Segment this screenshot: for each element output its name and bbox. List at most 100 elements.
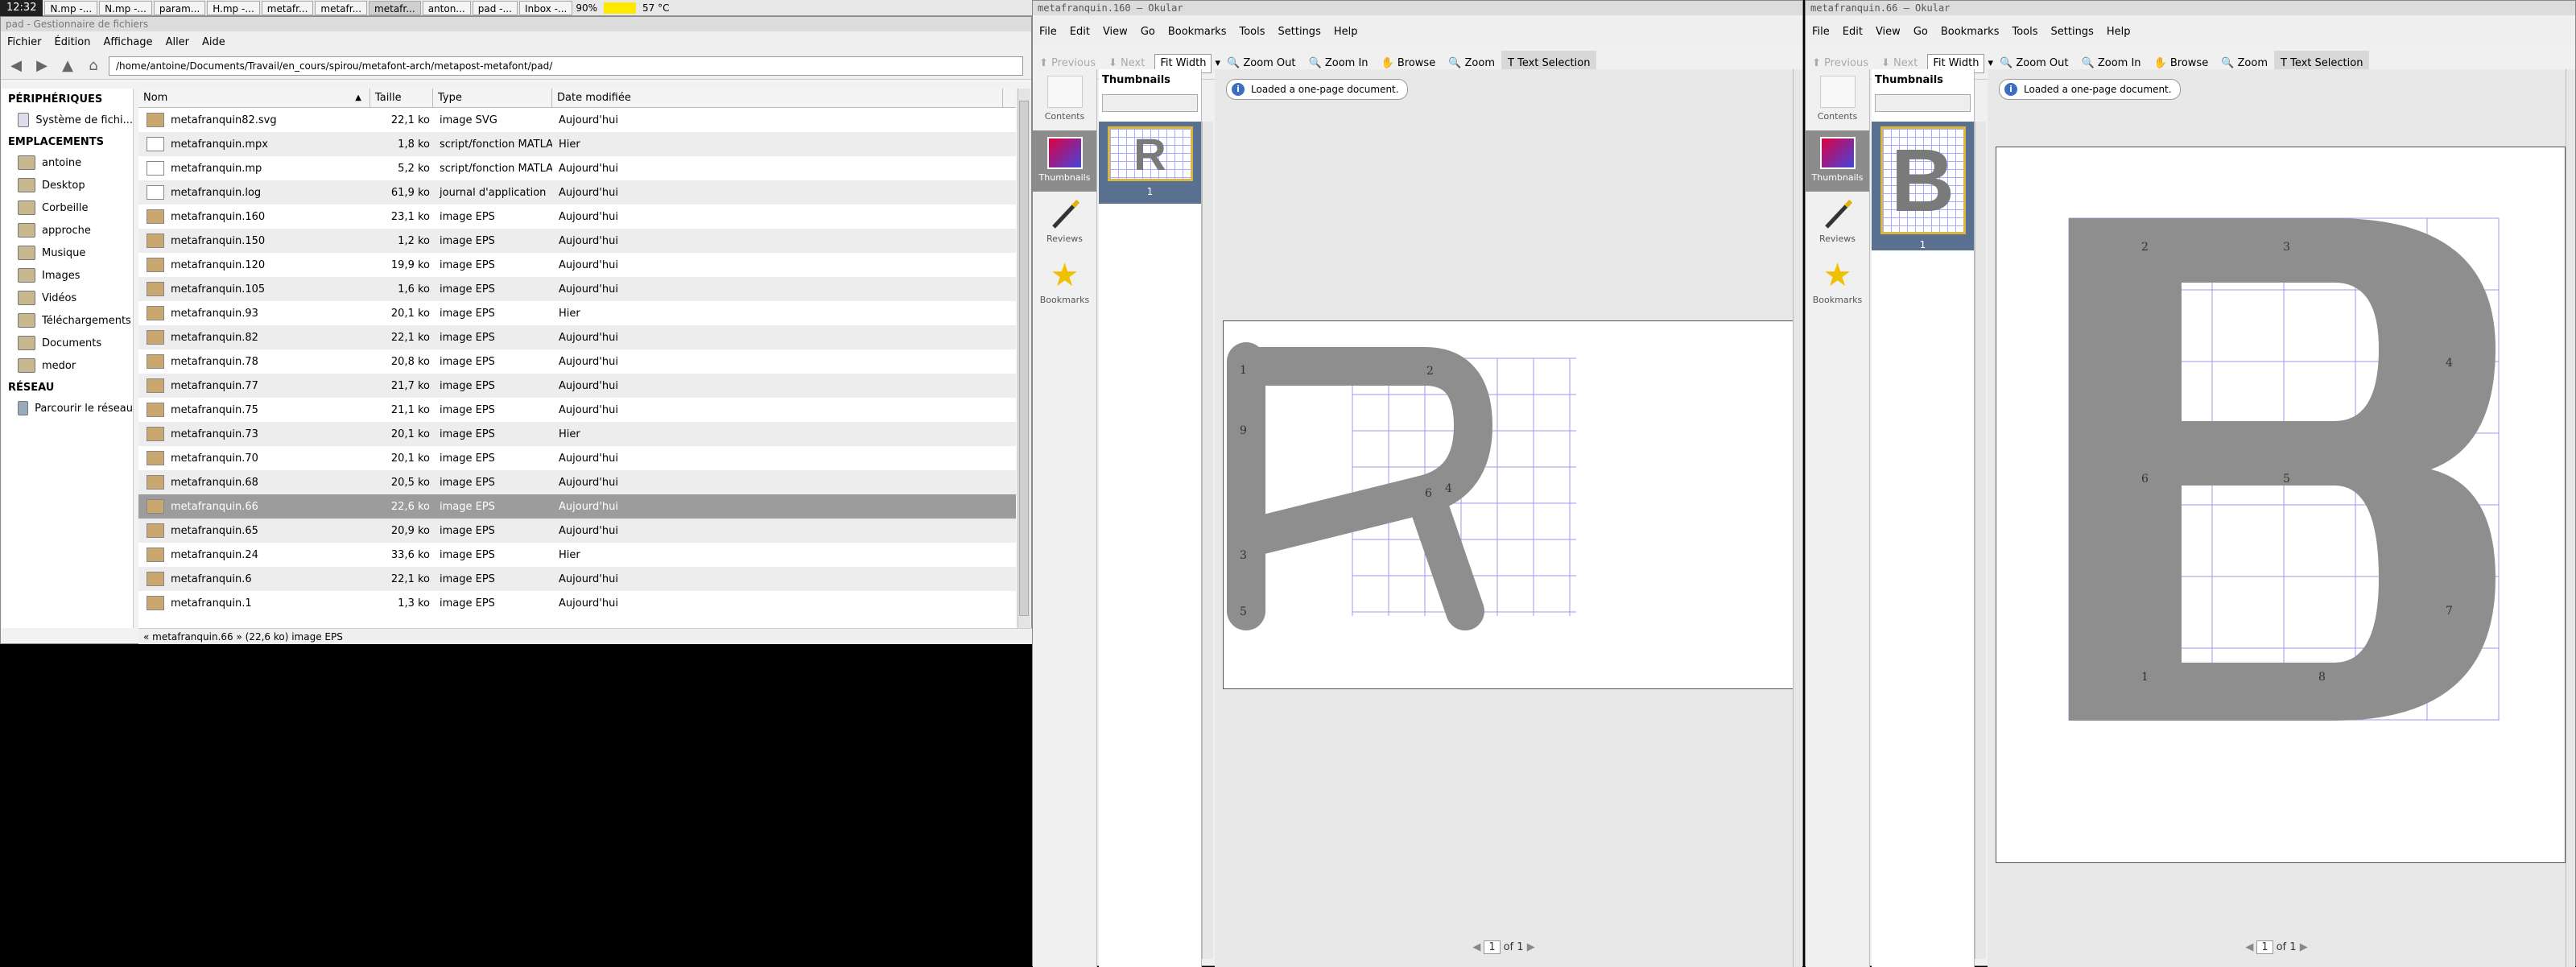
sidebar-item[interactable]: Système de fichi...: [2, 109, 133, 131]
menu-item[interactable]: File: [1806, 26, 1836, 38]
thumbnail-search-input[interactable]: [1102, 94, 1198, 112]
table-row[interactable]: metafranquin.mpx 1,8 ko script/fonction MA…: [138, 132, 1016, 156]
menu-item[interactable]: Go: [1907, 26, 1934, 38]
previous-page-icon[interactable]: ◀: [2245, 941, 2253, 953]
sidebar-item[interactable]: Vidéos: [2, 287, 133, 309]
table-row[interactable]: metafranquin.24 33,6 ko image EPS Hier: [138, 543, 1016, 567]
thumbnails-tab[interactable]: Thumbnails: [1806, 130, 1869, 192]
page-thumbnail[interactable]: B 1: [1872, 122, 1974, 250]
zoom-button[interactable]: 🔍 Zoom: [2215, 57, 2274, 69]
menu-item[interactable]: Tools: [2005, 26, 2044, 38]
document-view[interactable]: i Loaded a one-page document. 2 3 4 6 5 7 1 8 ◀ …: [1988, 69, 2566, 967]
page-number-input[interactable]: 1: [2256, 940, 2273, 954]
sidebar-item[interactable]: antoine: [2, 151, 133, 174]
menu-item[interactable]: Help: [2100, 26, 2137, 38]
sidebar-item[interactable]: Desktop: [2, 174, 133, 196]
menu-item[interactable]: Edit: [1063, 26, 1096, 38]
table-row[interactable]: metafranquin.6 22,1 ko image EPS Aujourd'hu…: [138, 567, 1016, 591]
back-icon[interactable]: ◀: [6, 56, 27, 76]
menu-item[interactable]: Affichage: [97, 36, 159, 48]
menu-item[interactable]: Go: [1134, 26, 1162, 38]
page-thumbnail[interactable]: R 1: [1099, 122, 1201, 204]
table-row[interactable]: metafranquin.78 20,8 ko image EPS Aujourd'h…: [138, 349, 1016, 374]
menu-item[interactable]: Tools: [1232, 26, 1271, 38]
column-type[interactable]: Type: [433, 89, 552, 107]
thumbnail-search-input[interactable]: [1875, 94, 1971, 112]
thumbnails-tab[interactable]: Thumbnails: [1033, 130, 1096, 192]
sidebar-item[interactable]: Corbeille: [2, 196, 133, 219]
document-scrollbar[interactable]: [1793, 69, 1802, 967]
taskbar-task[interactable]: param...: [153, 0, 206, 15]
sidebar-item[interactable]: Images: [2, 264, 133, 287]
reviews-tab[interactable]: Reviews: [1806, 192, 1869, 253]
table-row[interactable]: metafranquin.93 20,1 ko image EPS Hier: [138, 301, 1016, 325]
table-row[interactable]: metafranquin.mp 5,2 ko script/fonction MAT…: [138, 156, 1016, 180]
table-row[interactable]: metafranquin.1 1,3 ko image EPS Aujourd'hui: [138, 591, 1016, 615]
bookmarks-tab[interactable]: ★ Bookmarks: [1806, 253, 1869, 314]
thumbnails-scrollbar[interactable]: [1975, 122, 1986, 959]
menu-item[interactable]: Edit: [1836, 26, 1869, 38]
table-row[interactable]: metafranquin.70 20,1 ko image EPS Aujourd'h…: [138, 446, 1016, 470]
browse-button[interactable]: ✋ Browse: [1375, 57, 1443, 69]
table-row[interactable]: metafranquin.75 21,1 ko image EPS Aujourd'h…: [138, 398, 1016, 422]
taskbar-task[interactable]: Inbox -...: [518, 0, 573, 15]
sidebar-item[interactable]: medor: [2, 354, 133, 377]
next-button[interactable]: ⬇ Next: [1875, 57, 1924, 69]
sidebar-item[interactable]: approche: [2, 219, 133, 242]
forward-icon[interactable]: ▶: [31, 56, 52, 76]
reviews-tab[interactable]: Reviews: [1033, 192, 1096, 253]
home-icon[interactable]: ⌂: [83, 56, 104, 76]
sidebar-item[interactable]: Téléchargements: [2, 309, 133, 332]
menu-item[interactable]: Aide: [196, 36, 232, 48]
table-row[interactable]: metafranquin82.svg 22,1 ko image SVG Aujour…: [138, 108, 1016, 132]
up-icon[interactable]: ▲: [57, 56, 78, 76]
previous-page-icon[interactable]: ◀: [1472, 941, 1480, 953]
column-size[interactable]: Taille: [370, 89, 433, 107]
menu-item[interactable]: Fichier: [1, 36, 48, 48]
zoom-button[interactable]: 🔍 Zoom: [1442, 57, 1501, 69]
sidebar-item[interactable]: Parcourir le réseau: [2, 397, 133, 419]
zoom-in-button[interactable]: 🔍 Zoom In: [1302, 57, 1375, 69]
menu-item[interactable]: Aller: [159, 36, 196, 48]
location-bar[interactable]: /home/antoine/Documents/Travail/en_cours…: [109, 56, 1023, 76]
previous-button[interactable]: ⬆ Previous: [1033, 57, 1102, 69]
battery-indicator[interactable]: 90%: [572, 1, 601, 15]
table-row[interactable]: metafranquin.105 1,6 ko image EPS Aujourd'h…: [138, 277, 1016, 301]
taskbar-task[interactable]: N.mp -...: [99, 0, 152, 15]
next-page-icon[interactable]: ▶: [2300, 941, 2308, 953]
menu-item[interactable]: Settings: [2045, 26, 2100, 38]
thumbnails-scrollbar[interactable]: [1202, 122, 1213, 959]
bookmarks-tab[interactable]: ★ Bookmarks: [1033, 253, 1096, 314]
taskbar-task[interactable]: metafr...: [369, 0, 421, 15]
previous-button[interactable]: ⬆ Previous: [1806, 57, 1875, 69]
menu-item[interactable]: View: [1096, 26, 1134, 38]
table-row[interactable]: metafranquin.160 23,1 ko image EPS Aujourd'…: [138, 205, 1016, 229]
table-row[interactable]: metafranquin.120 19,9 ko image EPS Aujourd'…: [138, 253, 1016, 277]
contents-tab[interactable]: Contents: [1033, 69, 1096, 130]
next-page-icon[interactable]: ▶: [1527, 941, 1535, 953]
document-page[interactable]: 1 9 3 5 2 64: [1223, 320, 1801, 689]
taskbar-task[interactable]: metafr...: [261, 0, 314, 15]
table-row[interactable]: metafranquin.65 20,9 ko image EPS Aujourd'h…: [138, 519, 1016, 543]
sidebar-item[interactable]: Musique: [2, 242, 133, 264]
zoom-in-button[interactable]: 🔍 Zoom In: [2075, 57, 2148, 69]
next-button[interactable]: ⬇ Next: [1102, 57, 1151, 69]
document-scrollbar[interactable]: [2566, 69, 2575, 967]
taskbar-task[interactable]: metafr...: [315, 0, 368, 15]
taskbar-task[interactable]: N.mp -...: [44, 0, 98, 15]
column-date[interactable]: Date modifiée: [552, 89, 1003, 107]
zoom-out-button[interactable]: 🔍 Zoom Out: [1993, 57, 2075, 69]
browse-button[interactable]: ✋ Browse: [2148, 57, 2215, 69]
table-row[interactable]: metafranquin.77 21,7 ko image EPS Aujourd'h…: [138, 374, 1016, 398]
menu-item[interactable]: File: [1033, 26, 1063, 38]
menu-item[interactable]: Édition: [48, 36, 97, 48]
sidebar-item[interactable]: Documents: [2, 332, 133, 354]
table-row[interactable]: metafranquin.log 61,9 ko journal d'applica…: [138, 180, 1016, 205]
contents-tab[interactable]: Contents: [1806, 69, 1869, 130]
menu-item[interactable]: Help: [1327, 26, 1364, 38]
table-row[interactable]: metafranquin.73 20,1 ko image EPS Hier: [138, 422, 1016, 446]
table-row[interactable]: metafranquin.68 20,5 ko image EPS Aujourd'h…: [138, 470, 1016, 494]
zoom-out-button[interactable]: 🔍 Zoom Out: [1220, 57, 1302, 69]
document-view[interactable]: i Loaded a one-page document. 1 9 3 5 2 64 ◀ 1…: [1215, 69, 1801, 967]
taskbar-task[interactable]: pad -...: [472, 0, 518, 15]
